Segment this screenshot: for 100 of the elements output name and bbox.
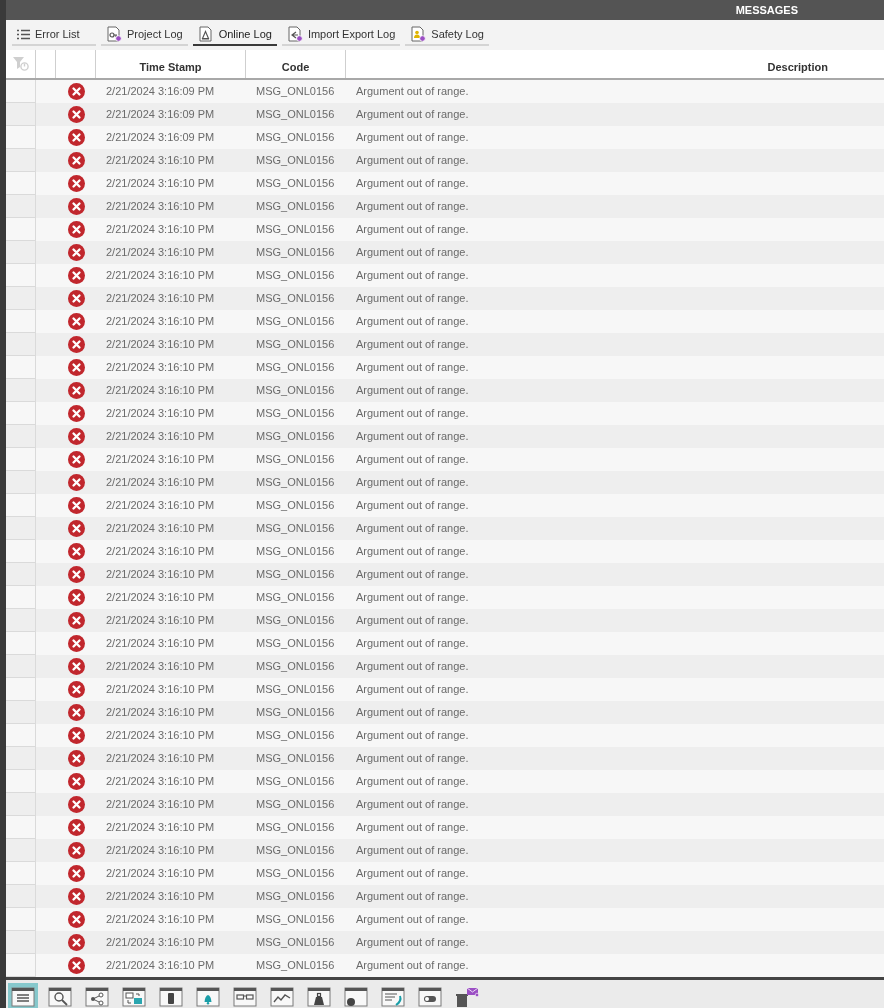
toolbar-button[interactable] [8,983,38,1008]
table-row[interactable]: 2/21/2024 3:16:10 PM MSG_ONL0156 Argument out of range. [6,172,884,195]
date-time-text: 2/21/2024 3:16:09 PM [106,130,215,146]
document-icon [106,26,122,42]
table-row[interactable]: 2/21/2024 3:16:10 PM MSG_ONL0156 Argument out of range. [6,517,884,540]
message-description-text: Argument out of range. [356,544,469,560]
date-time-text: 2/21/2024 3:16:10 PM [106,774,215,790]
message-code-text: MSG_ONL0156 [256,705,335,721]
table-row[interactable]: 2/21/2024 3:16:10 PM MSG_ONL0156 Argument out of range. [6,379,884,402]
table-row[interactable]: 2/21/2024 3:16:10 PM MSG_ONL0156 Argument out of range. [6,402,884,425]
table-row[interactable]: 2/21/2024 3:16:10 PM MSG_ONL0156 Argument out of range. [6,540,884,563]
error-icon [67,727,85,744]
message-code-text: MSG_ONL0156 [256,337,335,353]
error-icon [67,658,85,675]
table-row[interactable]: 2/21/2024 3:16:10 PM MSG_ONL0156 Argument out of range. [6,678,884,701]
error-icon [67,382,85,399]
table-row[interactable]: 2/21/2024 3:16:10 PM MSG_ONL0156 Argument out of range. [6,425,884,448]
message-description-text: Argument out of range. [356,567,469,583]
date-time-text: 2/21/2024 3:16:10 PM [106,567,215,583]
error-icon [67,566,85,583]
date-time-text: 2/21/2024 3:16:10 PM [106,153,215,169]
error-icon [67,428,85,445]
message-description-text: Argument out of range. [356,935,469,951]
date-time-text: 2/21/2024 3:16:10 PM [106,912,215,928]
table-row[interactable]: 2/21/2024 3:16:10 PM MSG_ONL0156 Argument out of range. [6,195,884,218]
message-description-text: Argument out of range. [356,452,469,468]
date-time-text: 2/21/2024 3:16:10 PM [106,475,215,491]
table-row[interactable]: 2/21/2024 3:16:09 PM MSG_ONL0156 Argument out of range. [6,126,884,149]
table-row[interactable]: 2/21/2024 3:16:09 PM MSG_ONL0156 Argument out of range. [6,103,884,126]
tab[interactable]: Project Log [101,24,188,46]
table-row[interactable]: 2/21/2024 3:16:10 PM MSG_ONL0156 Argument out of range. [6,816,884,839]
message-description-text: Argument out of range. [356,912,469,928]
table-row[interactable]: 2/21/2024 3:16:10 PM MSG_ONL0156 Argument out of range. [6,563,884,586]
date-time-text: 2/21/2024 3:16:10 PM [106,659,215,675]
table-row[interactable]: 2/21/2024 3:16:10 PM MSG_ONL0156 Argument out of range. [6,333,884,356]
message-code-text: MSG_ONL0156 [256,383,335,399]
message-code-text: MSG_ONL0156 [256,636,335,652]
table-row[interactable]: 2/21/2024 3:16:10 PM MSG_ONL0156 Argument out of range. [6,701,884,724]
column-header[interactable]: Time Stamp [96,50,246,78]
message-description-text: Argument out of range. [356,199,469,215]
date-time-text: 2/21/2024 3:16:10 PM [106,383,215,399]
message-code-text: MSG_ONL0156 [256,797,335,813]
table-row[interactable]: 2/21/2024 3:16:10 PM MSG_ONL0156 Argument out of range. [6,218,884,241]
error-icon [67,221,85,238]
table-row[interactable]: 2/21/2024 3:16:10 PM MSG_ONL0156 Argument out of range. [6,287,884,310]
message-code-text: MSG_ONL0156 [256,613,335,629]
table-row[interactable]: 2/21/2024 3:16:10 PM MSG_ONL0156 Argument out of range. [6,586,884,609]
message-code-text: MSG_ONL0156 [256,774,335,790]
tab[interactable]: Online Log [192,24,277,46]
table-row[interactable]: 2/21/2024 3:16:10 PM MSG_ONL0156 Argument out of range. [6,931,884,954]
table-row[interactable]: 2/21/2024 3:16:10 PM MSG_ONL0156 Argument out of range. [6,310,884,333]
table-row[interactable]: 2/21/2024 3:16:09 PM MSG_ONL0156 Argument out of range. [6,80,884,103]
table-row[interactable]: 2/21/2024 3:16:10 PM MSG_ONL0156 Argument out of range. [6,448,884,471]
column-header[interactable]: Code [246,50,346,78]
tab[interactable]: Import Export Log [281,24,401,46]
error-icon [67,313,85,330]
table-row[interactable]: 2/21/2024 3:16:10 PM MSG_ONL0156 Argument out of range. [6,609,884,632]
table-row[interactable]: 2/21/2024 3:16:10 PM MSG_ONL0156 Argument out of range. [6,839,884,862]
table-row[interactable]: 2/21/2024 3:16:10 PM MSG_ONL0156 Argument out of range. [6,655,884,678]
table-row[interactable]: 2/21/2024 3:16:10 PM MSG_ONL0156 Argument out of range. [6,264,884,287]
share-icon [85,987,109,1007]
message-description-text: Argument out of range. [356,521,469,537]
message-description-text: Argument out of range. [356,268,469,284]
table-row[interactable]: 2/21/2024 3:16:10 PM MSG_ONL0156 Argument out of range. [6,724,884,747]
date-time-text: 2/21/2024 3:16:09 PM [106,107,215,123]
error-icon [67,612,85,629]
table-row[interactable]: 2/21/2024 3:16:10 PM MSG_ONL0156 Argument out of range. [6,770,884,793]
date-time-text: 2/21/2024 3:16:10 PM [106,682,215,698]
table-row[interactable]: 2/21/2024 3:16:10 PM MSG_ONL0156 Argument out of range. [6,494,884,517]
message-description-text: Argument out of range. [356,797,469,813]
date-time-text: 2/21/2024 3:16:10 PM [106,176,215,192]
table-row[interactable]: 2/21/2024 3:16:10 PM MSG_ONL0156 Argument out of range. [6,471,884,494]
table-row[interactable]: 2/21/2024 3:16:10 PM MSG_ONL0156 Argument out of range. [6,954,884,977]
table-row[interactable]: 2/21/2024 3:16:10 PM MSG_ONL0156 Argument out of range. [6,241,884,264]
message-code-text: MSG_ONL0156 [256,130,335,146]
message-code-text: MSG_ONL0156 [256,912,335,928]
message-code-text: MSG_ONL0156 [256,153,335,169]
error-icon [67,865,85,882]
line-chart-icon [270,987,294,1007]
error-icon [67,543,85,560]
table-row[interactable]: 2/21/2024 3:16:10 PM MSG_ONL0156 Argument out of range. [6,885,884,908]
table-row[interactable]: 2/21/2024 3:16:10 PM MSG_ONL0156 Argument out of range. [6,862,884,885]
table-row[interactable]: 2/21/2024 3:16:10 PM MSG_ONL0156 Argument out of range. [6,632,884,655]
date-time-text: 2/21/2024 3:16:10 PM [106,590,215,606]
table-row[interactable]: 2/21/2024 3:16:10 PM MSG_ONL0156 Argument out of range. [6,149,884,172]
table-row[interactable]: 2/21/2024 3:16:10 PM MSG_ONL0156 Argument out of range. [6,908,884,931]
message-description-text: Argument out of range. [356,590,469,606]
message-description-text: Argument out of range. [356,682,469,698]
tab[interactable]: Error List [12,24,96,46]
column-header[interactable]: Description [346,50,884,78]
tab[interactable]: Safety Log [405,24,490,46]
date-time-text: 2/21/2024 3:16:10 PM [106,429,215,445]
date-time-text: 2/21/2024 3:16:10 PM [106,866,215,882]
table-row[interactable]: 2/21/2024 3:16:10 PM MSG_ONL0156 Argument out of range. [6,793,884,816]
table-row[interactable]: 2/21/2024 3:16:10 PM MSG_ONL0156 Argument out of range. [6,747,884,770]
list-icon [17,28,30,40]
table-row[interactable]: 2/21/2024 3:16:10 PM MSG_ONL0156 Argument out of range. [6,356,884,379]
message-description-text: Argument out of range. [356,314,469,330]
date-time-text: 2/21/2024 3:16:10 PM [106,291,215,307]
message-description-text: Argument out of range. [356,613,469,629]
